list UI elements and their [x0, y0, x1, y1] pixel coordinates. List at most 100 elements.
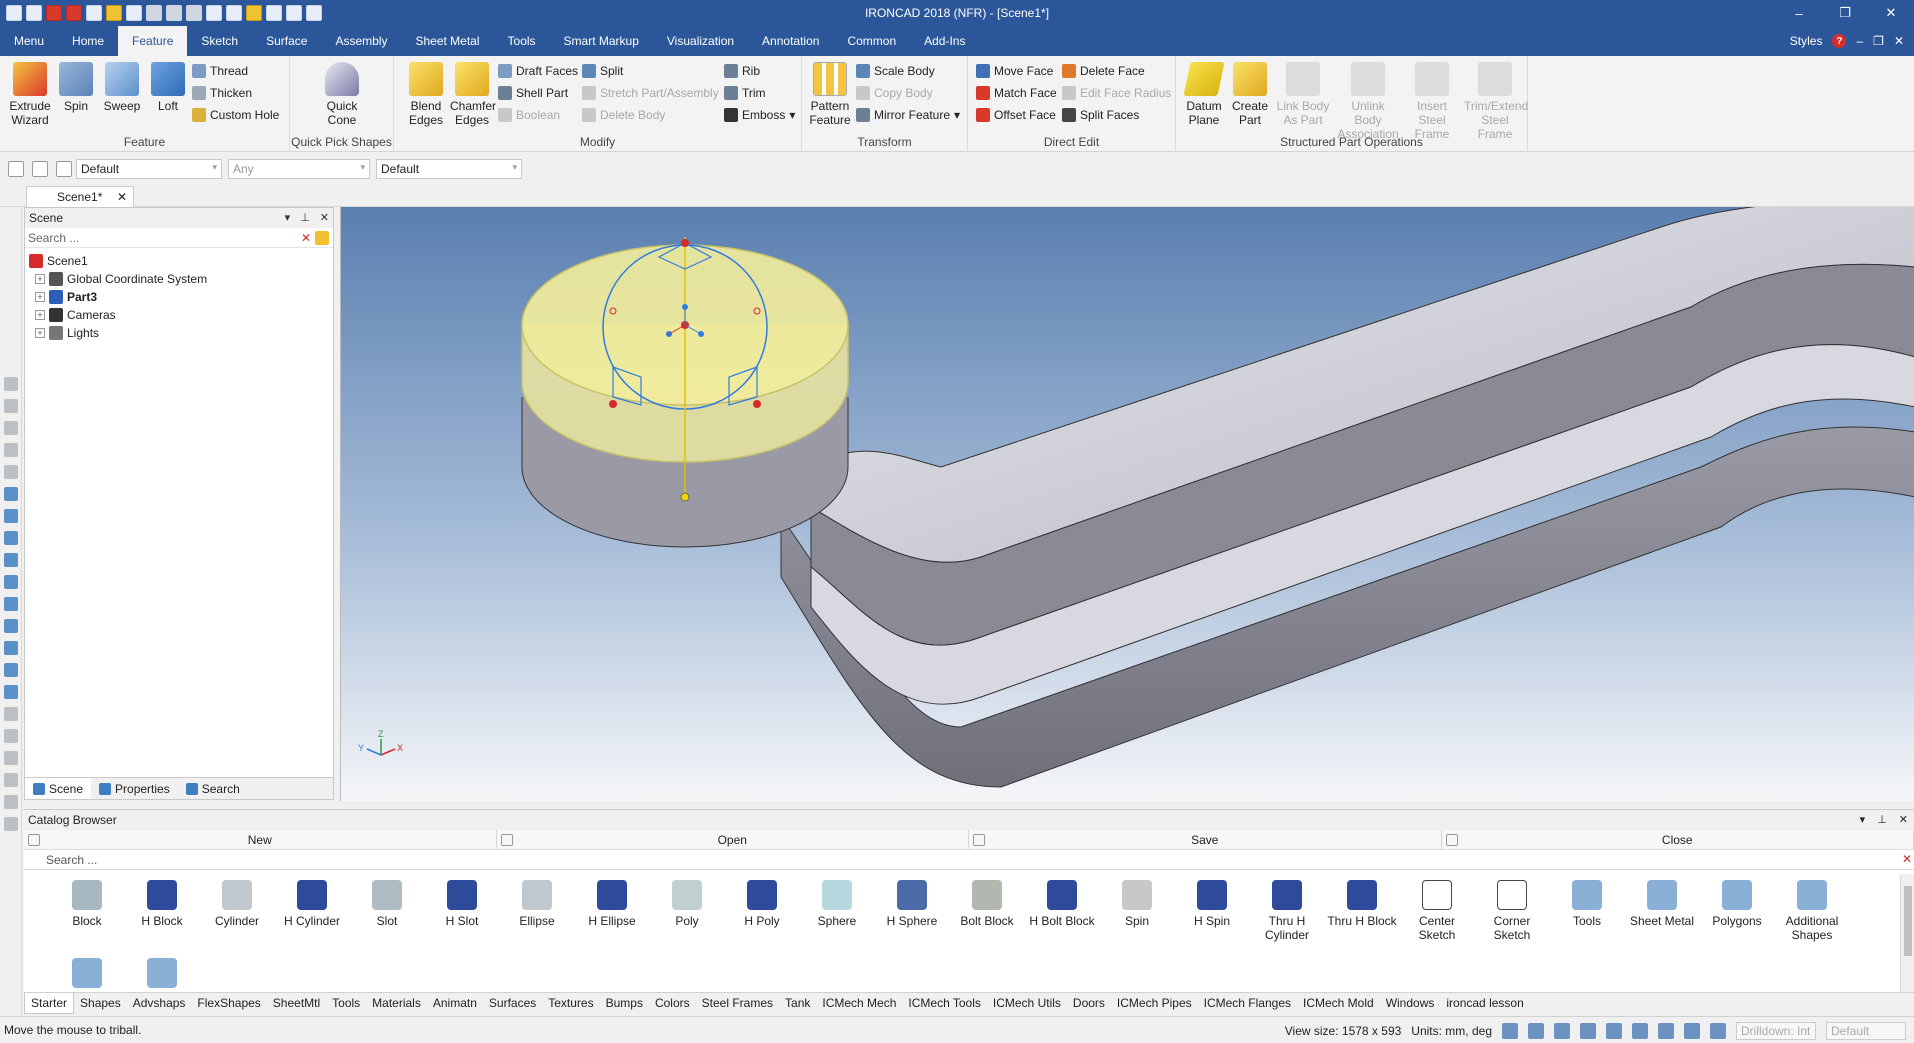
stretch-button[interactable]: Stretch Part/Assembly: [582, 84, 719, 102]
sketch-tool-5-icon[interactable]: [3, 795, 18, 809]
delete-face-button[interactable]: Delete Face: [1062, 62, 1145, 80]
catalog-tab-advshaps[interactable]: Advshaps: [127, 993, 192, 1014]
catalog-item-h-bolt-block[interactable]: H Bolt Block: [1025, 880, 1099, 928]
catalog-item-sphere[interactable]: Sphere: [800, 880, 874, 928]
panel-menu-icon[interactable]: ▾: [1860, 813, 1866, 826]
catalog-tab-tools[interactable]: Tools: [326, 993, 366, 1014]
settings-icon[interactable]: [266, 5, 282, 21]
sketch-point[interactable]: [753, 400, 761, 408]
catalog-scrollbar[interactable]: [1900, 874, 1914, 992]
mirror-feature-button[interactable]: Mirror Feature ▾: [856, 106, 960, 124]
close-icon[interactable]: ✕: [117, 190, 127, 204]
sketch-tool-1-icon[interactable]: [3, 707, 18, 721]
layout-icon[interactable]: [286, 5, 302, 21]
trim-button[interactable]: Trim: [724, 84, 766, 102]
pan-icon[interactable]: [1606, 1022, 1622, 1039]
select-pointer-icon[interactable]: [1710, 1022, 1726, 1039]
sketch-point[interactable]: [609, 400, 617, 408]
close-icon[interactable]: ✕: [1899, 813, 1908, 826]
render-icon[interactable]: [246, 5, 262, 21]
expand-icon[interactable]: +: [35, 274, 45, 284]
select-tool-icon[interactable]: [8, 161, 24, 177]
extrude-wizard-button[interactable]: Extrude Wizard: [8, 62, 52, 127]
catalog-item-tools[interactable]: Tools: [1550, 880, 1624, 928]
catalog-item-thru-h-cylinder[interactable]: Thru H Cylinder: [1250, 880, 1324, 942]
tab-common[interactable]: Common: [833, 26, 910, 56]
selection-style-combo[interactable]: Default: [376, 159, 522, 179]
publish-icon[interactable]: [166, 5, 182, 21]
window-icon[interactable]: [306, 5, 322, 21]
insert-steel-frame-button[interactable]: Insert Steel Frame: [1404, 62, 1460, 141]
anchor-point[interactable]: [680, 492, 690, 502]
catalog-item-spin[interactable]: Spin: [1100, 880, 1174, 928]
panel-menu-icon[interactable]: ▾: [285, 211, 291, 224]
catalog-item-sheet-metal[interactable]: Sheet Metal: [1625, 880, 1699, 928]
tab-home[interactable]: Home: [58, 26, 118, 56]
match-face-button[interactable]: Match Face: [976, 84, 1057, 102]
create-part-button[interactable]: Create Part: [1228, 62, 1272, 127]
3d-viewport[interactable]: Z X Y: [340, 207, 1914, 801]
catalog-item-thru-h-block[interactable]: Thru H Block: [1325, 880, 1399, 928]
tab-visualization[interactable]: Visualization: [653, 26, 748, 56]
tab-search[interactable]: Search: [178, 778, 248, 799]
chamfer-edges-button[interactable]: Chamfer Edges: [450, 62, 496, 127]
render-mode-icon[interactable]: [1632, 1022, 1648, 1039]
view-tool-2-icon[interactable]: [3, 399, 18, 413]
catalog-folder-item[interactable]: [125, 958, 199, 992]
close-button[interactable]: ✕: [1868, 0, 1914, 26]
unlink-body-button[interactable]: Unlink Body Association: [1336, 62, 1400, 141]
catalog-tab-shapes[interactable]: Shapes: [74, 993, 127, 1014]
datum-plane-button[interactable]: Datum Plane: [1182, 62, 1226, 127]
edit-face-radius-button[interactable]: Edit Face Radius: [1062, 84, 1171, 102]
blend-edges-button[interactable]: Blend Edges: [404, 62, 448, 127]
catalog-tab-flexshapes[interactable]: FlexShapes: [191, 993, 266, 1014]
catalog-save-button[interactable]: Save: [969, 830, 1442, 849]
close-icon[interactable]: ✕: [320, 211, 329, 224]
tab-add-ins[interactable]: Add-Ins: [910, 26, 979, 56]
filter-icon[interactable]: [56, 161, 72, 177]
catalog-tab-icmech-utils[interactable]: ICMech Utils: [987, 993, 1067, 1014]
ribbon-close-icon[interactable]: ✕: [1894, 34, 1904, 48]
shape-tool-7-icon[interactable]: [3, 619, 18, 633]
tree-node-part3[interactable]: + Part3: [29, 288, 333, 306]
model-view[interactable]: Z X Y: [341, 207, 1914, 801]
shape-tool-5-icon[interactable]: [3, 575, 18, 589]
loft-button[interactable]: Loft: [146, 62, 190, 113]
view-tool-1-icon[interactable]: [3, 377, 18, 391]
view-direction-icon[interactable]: [1658, 1022, 1674, 1039]
catalog-tab-icmech-flanges[interactable]: ICMech Flanges: [1198, 993, 1297, 1014]
split-faces-button[interactable]: Split Faces: [1062, 106, 1139, 124]
drilldown-combo[interactable]: Drilldown: Int: [1736, 1021, 1816, 1040]
catalog-item-ellipse[interactable]: Ellipse: [500, 880, 574, 928]
restore-button[interactable]: ❐: [1822, 0, 1868, 26]
catalog-tab-ironcad-lesson[interactable]: ironcad lesson: [1440, 993, 1529, 1014]
catalog-item-h-spin[interactable]: H Spin: [1175, 880, 1249, 928]
tab-smart-markup[interactable]: Smart Markup: [550, 26, 653, 56]
catalog-item-bolt-block[interactable]: Bolt Block: [950, 880, 1024, 928]
view-tool-3-icon[interactable]: [3, 421, 18, 435]
section-view-icon[interactable]: [1684, 1022, 1700, 1039]
sketch-tool-4-icon[interactable]: [3, 773, 18, 787]
catalog-item-additional-shapes[interactable]: Additional Shapes: [1775, 880, 1849, 942]
tab-surface[interactable]: Surface: [252, 26, 321, 56]
shape-tool-9-icon[interactable]: [3, 663, 18, 677]
view-tool-5-icon[interactable]: [3, 465, 18, 479]
tree-node-scene1[interactable]: Scene1: [29, 252, 333, 270]
tree-node-cameras[interactable]: + Cameras: [29, 306, 333, 324]
copy-body-button[interactable]: Copy Body: [856, 84, 933, 102]
undo-icon[interactable]: [206, 5, 222, 21]
scroll-thumb[interactable]: [1904, 886, 1912, 956]
sketch-tool-3-icon[interactable]: [3, 751, 18, 765]
boolean-button[interactable]: Boolean: [498, 106, 560, 124]
view-tool-4-icon[interactable]: [3, 443, 18, 457]
close-doc-icon[interactable]: [46, 5, 62, 21]
orbit-icon[interactable]: [1580, 1022, 1596, 1039]
quick-cone-button[interactable]: Quick Cone: [316, 62, 368, 127]
spin-button[interactable]: Spin: [54, 62, 98, 113]
catalog-tab-starter[interactable]: Starter: [24, 993, 75, 1014]
ribbon-restore-icon[interactable]: ❐: [1873, 34, 1884, 48]
mail-icon[interactable]: [86, 5, 102, 21]
pin-icon[interactable]: ⊥: [300, 211, 310, 224]
clear-search-icon[interactable]: ✕: [1902, 852, 1912, 866]
emboss-button[interactable]: Emboss ▾: [724, 106, 795, 124]
